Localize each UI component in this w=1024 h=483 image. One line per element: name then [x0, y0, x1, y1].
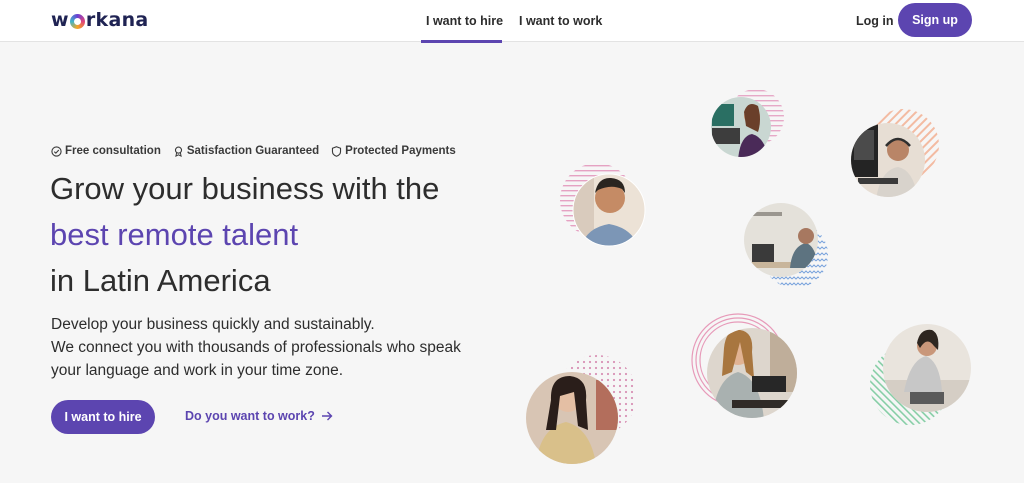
hero-subtext-line2: We connect you with thousands of profess…: [51, 339, 461, 356]
hero-headline-highlight: best remote talent: [50, 217, 299, 252]
hero-subtext-line1: Develop your business quickly and sustai…: [51, 316, 375, 333]
photo-woman-headphones: [707, 328, 797, 418]
photo-woman-laptop-floor: [883, 324, 971, 412]
feature-label: Free consultation: [65, 145, 161, 157]
active-tab-indicator: [421, 40, 502, 43]
logo-text-prefix: w: [51, 9, 69, 31]
award-icon: [174, 146, 182, 157]
feature-list: Free consultation Satisfaction Guarantee…: [51, 145, 456, 157]
workana-logo[interactable]: w rkana: [51, 9, 149, 31]
photo-man-desk: [744, 203, 818, 277]
work-link-label: Do you want to work?: [185, 409, 315, 423]
work-link[interactable]: Do you want to work?: [185, 409, 333, 423]
logo-mark-icon: [69, 13, 85, 29]
hero-headline-line3: in Latin America: [50, 263, 271, 298]
arrow-right-icon: [321, 411, 333, 421]
shield-icon: [332, 145, 342, 157]
logo-text-suffix: rkana: [85, 9, 149, 31]
check-circle-icon: [51, 145, 62, 157]
login-link[interactable]: Log in: [856, 14, 894, 28]
feature-free-consultation: Free consultation: [51, 145, 161, 157]
tab-work[interactable]: I want to work: [519, 14, 602, 28]
top-nav: w rkana I want to hire I want to work Lo…: [0, 0, 1024, 43]
tab-hire[interactable]: I want to hire: [426, 14, 503, 28]
feature-label: Protected Payments: [345, 145, 456, 157]
signup-button[interactable]: Sign up: [898, 3, 972, 37]
feature-label: Satisfaction Guaranteed: [186, 145, 320, 157]
feature-protected-payments: Protected Payments: [331, 145, 456, 157]
photo-man-smiling: [573, 174, 645, 246]
feature-satisfaction: Satisfaction Guaranteed: [173, 145, 319, 157]
photo-woman-office: [711, 97, 771, 157]
photo-man-headset: [851, 123, 925, 197]
hire-cta-button[interactable]: I want to hire: [51, 400, 155, 434]
hero-subtext-line3: your language and work in your time zone…: [51, 362, 344, 379]
photo-woman-reading: [526, 372, 618, 464]
hero-headline-line1: Grow your business with the: [50, 171, 440, 206]
photo-accent-decorations: [557, 89, 950, 435]
